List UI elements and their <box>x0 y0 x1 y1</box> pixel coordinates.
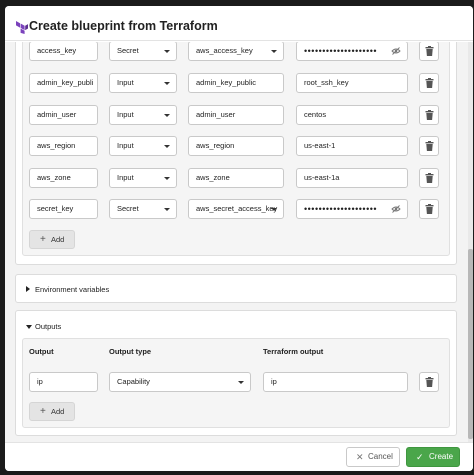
caret-down-icon <box>164 82 170 85</box>
variable-secret-input[interactable]: •••••••••••••••••••• <box>296 42 408 61</box>
variable-input-field[interactable]: centos <box>296 105 408 125</box>
trash-icon <box>425 377 434 387</box>
delete-button[interactable] <box>419 73 439 93</box>
add-label: Add <box>51 235 65 244</box>
variable-type-select[interactable]: Secret <box>109 42 177 61</box>
trash-icon <box>425 204 434 214</box>
variable-value-input[interactable]: admin_key_public <box>188 73 284 93</box>
variable-input-field[interactable]: us-east-1a <box>296 168 408 188</box>
variable-type-value: Secret <box>117 46 139 55</box>
output-type-column-header: Output type <box>109 347 152 356</box>
variable-type-select[interactable]: Secret <box>109 199 177 219</box>
variable-value-value: aws_access_key <box>196 46 253 55</box>
trash-icon <box>425 78 434 88</box>
secret-value: •••••••••••••••••••• <box>304 46 378 56</box>
variable-value-value: aws_secret_access_key <box>196 204 278 213</box>
variable-type-select[interactable]: Input <box>109 136 177 156</box>
trash-icon <box>425 46 434 56</box>
scrollbar-thumb[interactable] <box>468 249 473 439</box>
caret-down-icon <box>271 50 277 53</box>
variable-name-input[interactable]: access_key <box>29 42 98 61</box>
variable-secret-input[interactable]: •••••••••••••••••••• <box>296 199 408 219</box>
cancel-label: Cancel <box>368 452 393 461</box>
caret-down-icon <box>164 208 170 211</box>
delete-button[interactable] <box>419 136 439 156</box>
output-type-select[interactable]: Capability <box>109 372 251 392</box>
variable-name-input[interactable]: aws_zone <box>29 168 98 188</box>
variable-type-value: Secret <box>117 204 139 213</box>
dialog-header: Create blueprint from Terraform <box>5 6 473 41</box>
trash-icon <box>425 173 434 183</box>
caret-down-icon[interactable] <box>26 325 32 329</box>
dialog-title: Create blueprint from Terraform <box>29 19 218 33</box>
create-button[interactable]: ✓ Create <box>406 447 460 467</box>
variable-type-value: Input <box>117 110 134 119</box>
eye-slash-icon[interactable] <box>391 205 401 213</box>
add-label: Add <box>51 407 65 416</box>
dialog-body: access_key Secret aws_access_key •••••••… <box>5 42 473 442</box>
caret-down-icon <box>164 50 170 53</box>
add-output-button[interactable]: + Add <box>29 402 75 421</box>
checkmark-icon: ✓ <box>416 452 424 462</box>
variable-name-input[interactable]: secret_key <box>29 199 98 219</box>
caret-right-icon <box>26 286 30 292</box>
add-variable-button[interactable]: + Add <box>29 230 75 249</box>
caret-down-icon <box>271 208 277 211</box>
create-label: Create <box>429 452 454 461</box>
secret-value: •••••••••••••••••••• <box>304 204 378 214</box>
variable-value-select[interactable]: aws_secret_access_key <box>188 199 284 219</box>
dialog-footer: ✕ Cancel ✓ Create <box>5 442 473 471</box>
variable-type-value: Input <box>117 173 134 182</box>
variable-type-select[interactable]: Input <box>109 105 177 125</box>
variable-type-select[interactable]: Input <box>109 73 177 93</box>
create-blueprint-dialog: Create blueprint from Terraform access_k… <box>5 6 473 471</box>
variables-list: access_key Secret aws_access_key •••••••… <box>22 42 450 256</box>
environment-variables-label: Environment variables <box>35 285 110 294</box>
scrollbar[interactable] <box>468 42 473 442</box>
output-type-value: Capability <box>117 377 150 386</box>
terraform-output-column-header: Terraform output <box>263 347 324 356</box>
environment-variables-panel[interactable]: Environment variables <box>15 274 457 303</box>
variable-type-value: Input <box>117 141 134 150</box>
delete-button[interactable] <box>419 105 439 125</box>
outputs-label[interactable]: Outputs <box>35 322 61 331</box>
variable-name-input[interactable]: admin_key_publi <box>29 73 98 93</box>
terraform-output-input[interactable]: ip <box>263 372 408 392</box>
delete-button[interactable] <box>419 199 439 219</box>
caret-down-icon <box>164 145 170 148</box>
variable-input-field[interactable]: root_ssh_key <box>296 73 408 93</box>
caret-down-icon <box>164 114 170 117</box>
plus-icon: + <box>40 234 46 245</box>
trash-icon <box>425 141 434 151</box>
delete-button[interactable] <box>419 168 439 188</box>
variable-value-input[interactable]: admin_user <box>188 105 284 125</box>
close-icon: ✕ <box>356 452 364 462</box>
cancel-button[interactable]: ✕ Cancel <box>346 447 400 467</box>
variable-name-input[interactable]: admin_user <box>29 105 98 125</box>
outputs-list: Output Output type Terraform output ip C… <box>22 338 450 428</box>
delete-button[interactable] <box>419 372 439 392</box>
variable-value-input[interactable]: aws_zone <box>188 168 284 188</box>
variable-name-input[interactable]: aws_region <box>29 136 98 156</box>
output-name-input[interactable]: ip <box>29 372 98 392</box>
plus-icon: + <box>40 406 46 417</box>
variable-type-value: Input <box>117 78 134 87</box>
outputs-panel: Outputs Output Output type Terraform out… <box>15 310 457 436</box>
variable-value-input[interactable]: aws_region <box>188 136 284 156</box>
screen: Create blueprint from Terraform access_k… <box>0 0 474 475</box>
variable-value-select[interactable]: aws_access_key <box>188 42 284 61</box>
caret-down-icon <box>238 381 244 384</box>
trash-icon <box>425 110 434 120</box>
variables-panel: access_key Secret aws_access_key •••••••… <box>15 42 457 265</box>
eye-slash-icon[interactable] <box>391 47 401 55</box>
terraform-logo-icon <box>16 21 28 34</box>
caret-down-icon <box>164 177 170 180</box>
variable-type-select[interactable]: Input <box>109 168 177 188</box>
delete-button[interactable] <box>419 42 439 61</box>
output-column-header: Output <box>29 347 54 356</box>
variable-input-field[interactable]: us-east-1 <box>296 136 408 156</box>
